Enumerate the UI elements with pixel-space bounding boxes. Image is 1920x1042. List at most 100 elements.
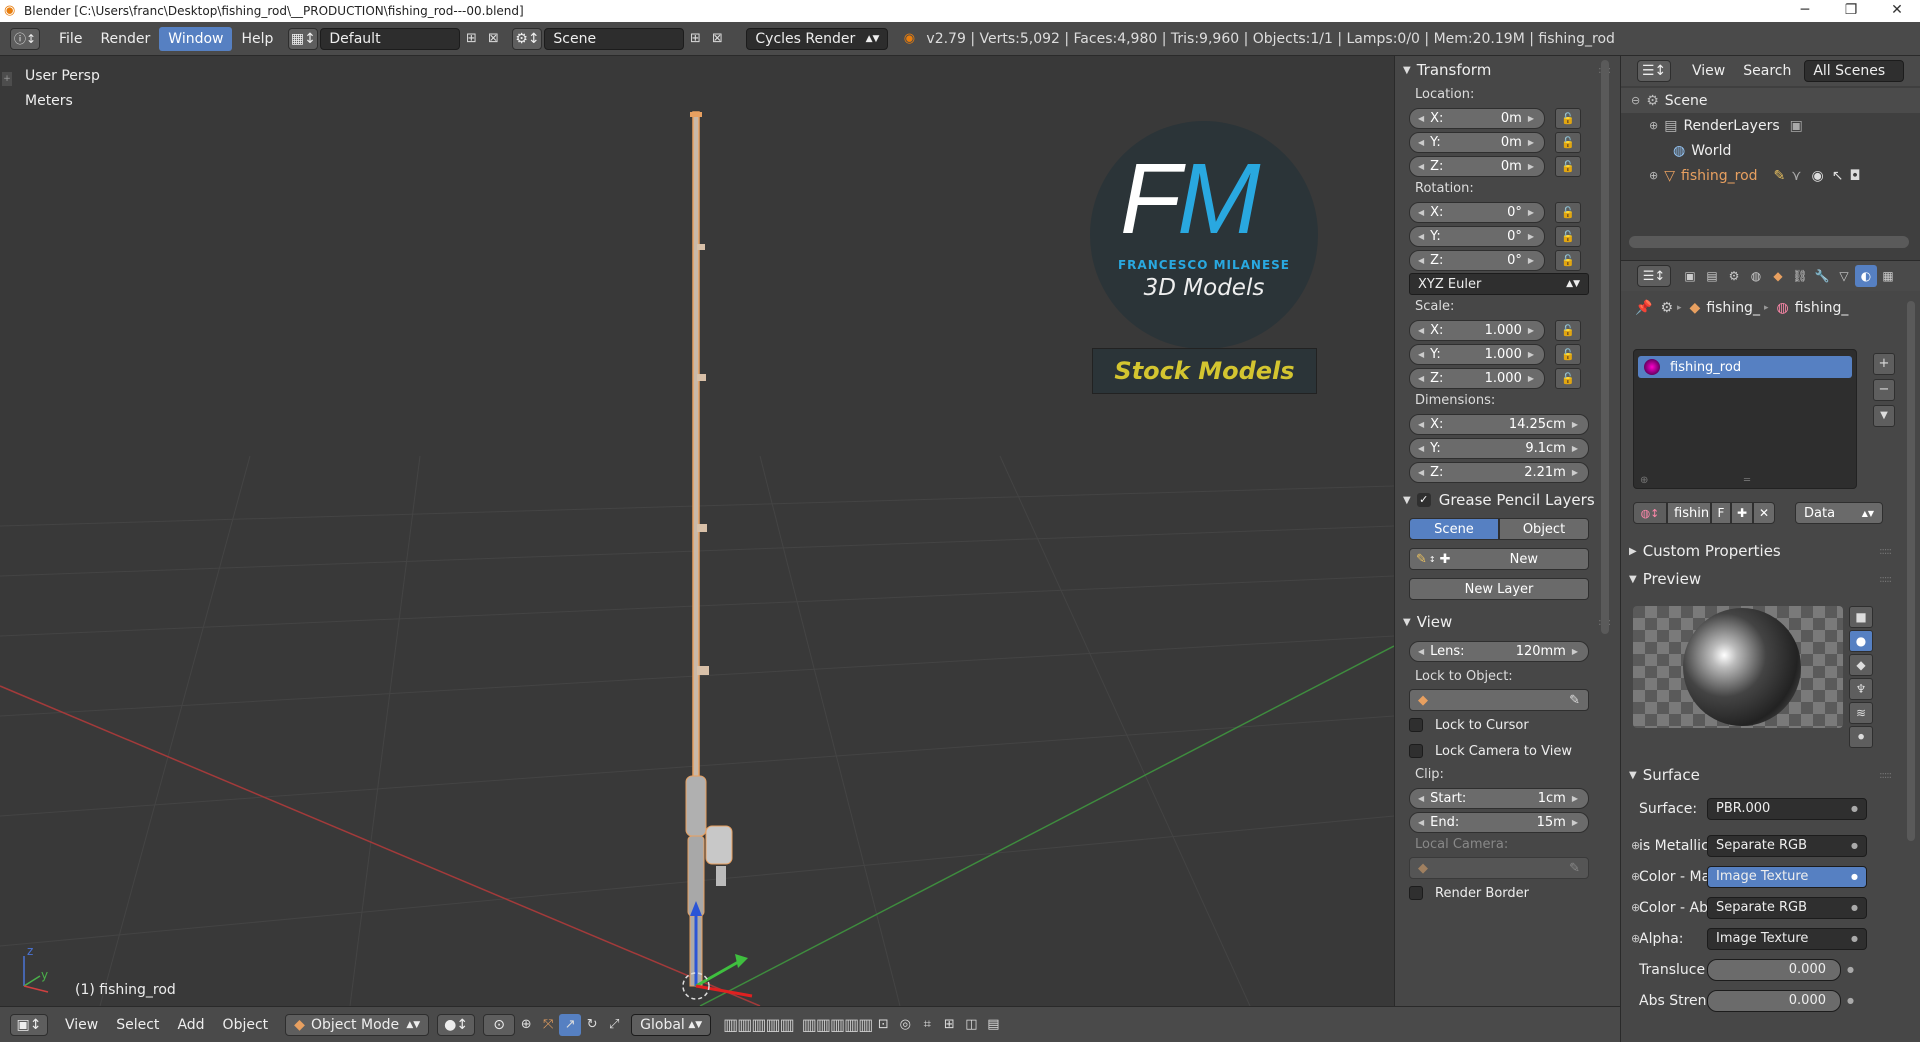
outliner-row-object[interactable]: ⊕ ▽ fishing_rod ✎ ⋎ ◉ ↖ ◘: [1621, 163, 1920, 188]
data-tab-icon[interactable]: ▽: [1833, 265, 1855, 287]
render-border-checkbox[interactable]: Render Border: [1395, 880, 1620, 906]
constraints-tab-icon[interactable]: ⛓: [1789, 265, 1811, 287]
rotate-tool-icon[interactable]: ↻: [581, 1014, 603, 1036]
rotation-z-field[interactable]: ◀ Z: 0° ▶: [1409, 249, 1545, 271]
location-y-field[interactable]: ◀ Y: 0m ▶: [1409, 131, 1545, 153]
add-layout-icon[interactable]: ⊞: [460, 28, 482, 50]
scale-x-field[interactable]: ◀ X: 1.000 ▶: [1409, 319, 1545, 341]
gizmo-y-head[interactable]: [735, 954, 748, 968]
outliner-search-menu[interactable]: Search: [1734, 59, 1800, 83]
location-z-field[interactable]: ◀ Z: 0m ▶: [1409, 155, 1545, 177]
custom-properties-header[interactable]: ▶ Custom Properties :::::: [1621, 537, 1901, 565]
checkbox-box[interactable]: [1409, 886, 1423, 900]
slot-specials-button[interactable]: ▼: [1873, 405, 1895, 427]
list-filter-icon[interactable]: ⊕: [1640, 475, 1648, 486]
preview-sphere-icon[interactable]: ●: [1849, 630, 1873, 652]
rotation-y-field[interactable]: ◀ Y: 0° ▶: [1409, 225, 1545, 247]
lock-camera-checkbox[interactable]: Lock Camera to View: [1395, 738, 1620, 764]
selectability-cursor-icon[interactable]: ↖: [1832, 168, 1844, 184]
pin-icon[interactable]: 📌: [1635, 300, 1652, 316]
rotation-mode-select[interactable]: XYZ Euler ▲▼: [1409, 273, 1589, 295]
render-tab-icon[interactable]: ▣: [1679, 265, 1701, 287]
editor-type-button[interactable]: ⓘ↕: [10, 27, 40, 50]
outliner-row-renderlayers[interactable]: ⊕ ▤ RenderLayers ▣: [1621, 113, 1920, 138]
layers-grid-1-icon[interactable]: ▥▥▥▥▥: [723, 1015, 795, 1034]
clip-end-field[interactable]: ◀ End: 15m ▶: [1409, 811, 1589, 833]
rotation-x-field[interactable]: ◀ X: 0° ▶: [1409, 201, 1545, 223]
translucency-field[interactable]: 0.000: [1707, 958, 1841, 981]
properties-scrollbar[interactable]: [1907, 301, 1915, 841]
object-tab-icon[interactable]: ◆: [1767, 265, 1789, 287]
orientation-select[interactable]: Global ▲▼: [631, 1013, 712, 1036]
scene-field[interactable]: Scene: [544, 27, 685, 50]
remove-slot-button[interactable]: −: [1873, 379, 1895, 401]
checkbox-box[interactable]: [1409, 744, 1423, 758]
scale-tool-icon[interactable]: ⤢: [603, 1014, 625, 1036]
proportional-edit-icon[interactable]: ◎: [894, 1014, 916, 1036]
eyedropper-icon[interactable]: ✎: [1569, 693, 1580, 708]
add-scene-icon[interactable]: ⊞: [684, 28, 706, 50]
abs-strength-field[interactable]: 0.000: [1707, 989, 1841, 1012]
lock-icon[interactable]: 🔓: [1555, 319, 1581, 341]
lens-field[interactable]: ◀ Lens: 120mm ▶: [1409, 640, 1589, 662]
minimize-button[interactable]: ─: [1782, 0, 1828, 22]
view-panel-header[interactable]: ▼ View :::::: [1395, 608, 1620, 636]
lock-icon[interactable]: 🔓: [1555, 131, 1581, 153]
outliner-editor-type-button[interactable]: ☰↕: [1637, 60, 1671, 82]
transform-panel-header[interactable]: ▼ Transform :::::: [1395, 56, 1620, 84]
outliner-view-menu[interactable]: View: [1683, 59, 1734, 83]
link-select[interactable]: Data ▲▼: [1795, 502, 1883, 524]
toolshelf-toggle-icon[interactable]: +: [2, 72, 12, 86]
menu-help[interactable]: Help: [232, 27, 282, 51]
lock-icon[interactable]: 🔓: [1555, 343, 1581, 365]
outliner-row-world[interactable]: ◍ World: [1621, 138, 1920, 163]
screen-layout-icon-button[interactable]: ▦↕: [288, 27, 319, 50]
material-slots-list[interactable]: fishing_rod ⊕ ═: [1633, 349, 1857, 489]
add-slot-button[interactable]: +: [1873, 353, 1895, 375]
render-camera-icon[interactable]: ◘: [1850, 168, 1861, 184]
vp-menu-add[interactable]: Add: [168, 1013, 213, 1037]
texture-tab-icon[interactable]: ▦: [1877, 265, 1899, 287]
snap-icon[interactable]: ⌗: [916, 1014, 938, 1036]
dimension-x-field[interactable]: ◀ X: 14.25cm ▶: [1409, 413, 1589, 435]
gizmo-y-arrow[interactable]: [695, 959, 741, 988]
manipulator-toggle-icon[interactable]: ⊕: [515, 1014, 537, 1036]
render-engine-select[interactable]: Cycles Render ▲▼: [746, 27, 889, 50]
fake-user-button[interactable]: F: [1711, 502, 1731, 524]
fishing-rod-object[interactable]: [685, 111, 733, 987]
lock-icon[interactable]: 🔓: [1555, 107, 1581, 129]
lock-cursor-checkbox[interactable]: Lock to Cursor: [1395, 712, 1620, 738]
move-tool-icon[interactable]: ↗: [559, 1013, 582, 1036]
dimension-y-field[interactable]: ◀ Y: 9.1cm ▶: [1409, 437, 1589, 459]
lock-icon[interactable]: 🔓: [1555, 367, 1581, 389]
mode-select[interactable]: ◆ Object Mode ▲▼: [285, 1013, 430, 1036]
remove-layout-icon[interactable]: ⊠: [482, 28, 504, 50]
expand-input-icon[interactable]: ⊕: [1631, 932, 1640, 945]
metallic-value[interactable]: Separate RGB ●: [1707, 834, 1867, 857]
render-icon[interactable]: ▤: [982, 1014, 1004, 1036]
expand-input-icon[interactable]: ⊕: [1631, 901, 1640, 914]
lock-icon[interactable]: 🔓: [1555, 249, 1581, 271]
lock-icon[interactable]: 🔓: [1555, 225, 1581, 247]
vertex-groups-icon[interactable]: ⋎: [1791, 168, 1801, 184]
screen-layout-field[interactable]: Default: [320, 27, 461, 50]
scale-y-field[interactable]: ◀ Y: 1.000 ▶: [1409, 343, 1545, 365]
visibility-eye-icon[interactable]: ◉: [1812, 168, 1824, 184]
3d-viewport[interactable]: User Persp Meters + z y (1) fishing_rod …: [0, 56, 1394, 1006]
render-layers-tab-icon[interactable]: ▤: [1701, 265, 1723, 287]
clip-start-field[interactable]: ◀ Start: 1cm ▶: [1409, 787, 1589, 809]
editor-type-3d-button[interactable]: ▣↕: [10, 1013, 48, 1036]
menu-render[interactable]: Render: [91, 27, 159, 51]
outliner-hscrollbar[interactable]: [1629, 236, 1909, 248]
outliner-display-mode-select[interactable]: All Scenes: [1804, 60, 1905, 82]
expand-icon[interactable]: ⊕: [1649, 119, 1658, 132]
new-layer-button[interactable]: New Layer: [1409, 578, 1589, 600]
menu-window[interactable]: Window: [159, 26, 233, 51]
remove-scene-icon[interactable]: ⊠: [706, 28, 728, 50]
material-browse-button[interactable]: ◍↕: [1633, 502, 1667, 524]
render-layer-icon[interactable]: ▣: [1790, 118, 1803, 134]
location-x-field[interactable]: ◀ X: 0m ▶: [1409, 107, 1545, 129]
material-name-field[interactable]: fishin: [1667, 502, 1711, 524]
scene-tab-icon[interactable]: ⚙: [1723, 265, 1745, 287]
list-resize-grip-icon[interactable]: ═: [1744, 475, 1750, 486]
